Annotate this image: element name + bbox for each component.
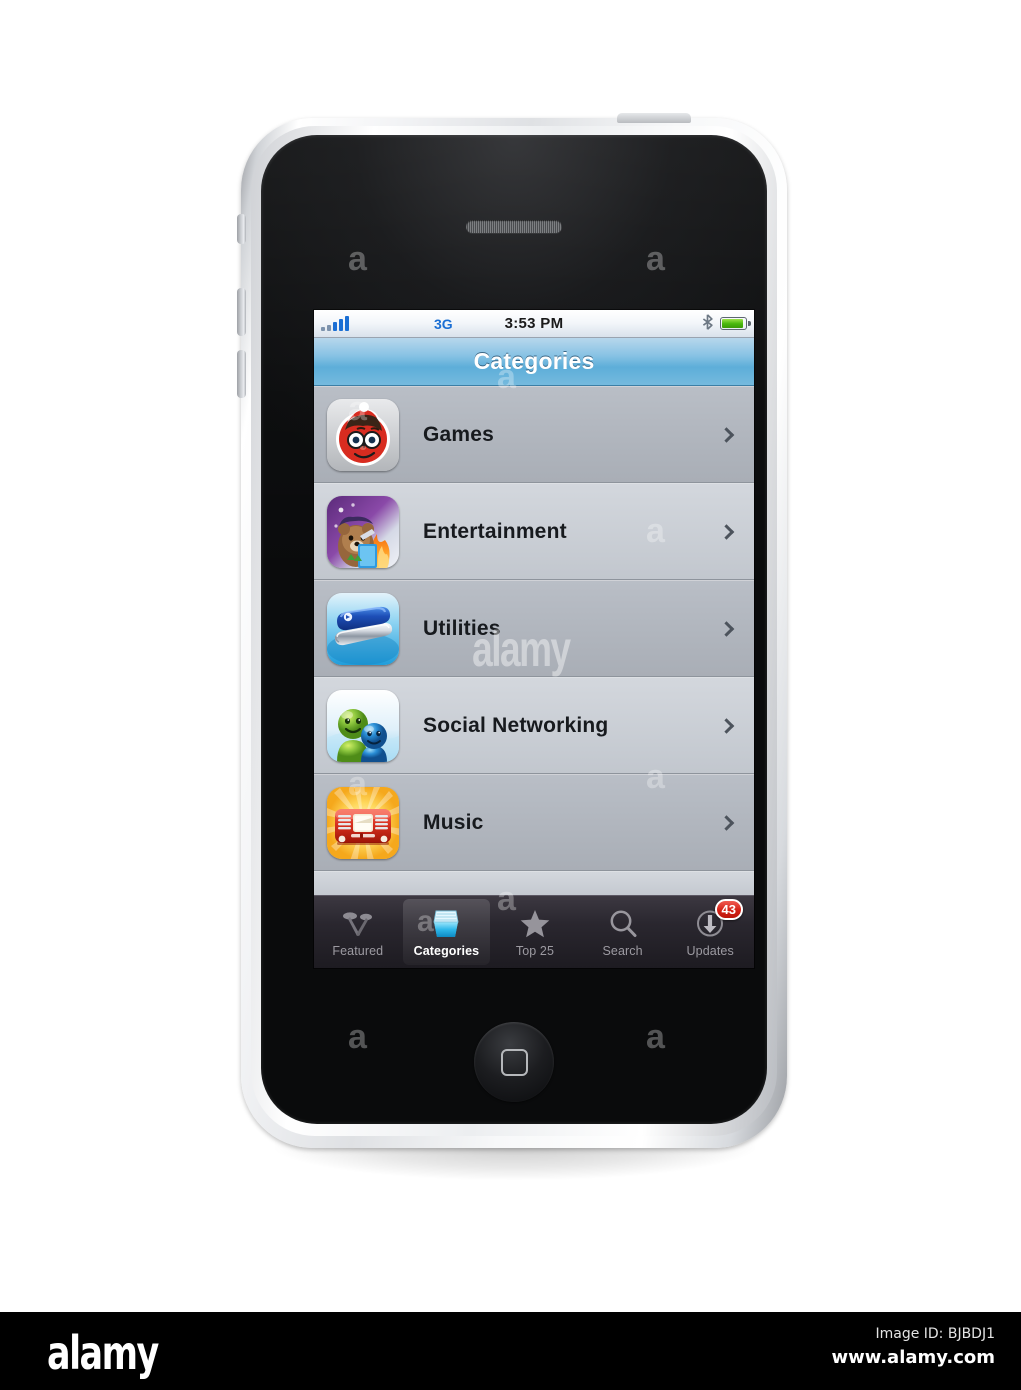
- alamy-logo: alamy: [47, 1326, 159, 1380]
- tab-label: Top 25: [515, 943, 555, 958]
- tab-label: Updates: [686, 943, 734, 958]
- volume-down-button[interactable]: [237, 350, 246, 398]
- list-item-label: Utilities: [423, 616, 501, 640]
- footer-right-group: Image ID: BJBDJ1 www.alamy.com: [831, 1326, 995, 1368]
- entertainment-icon: [327, 495, 399, 568]
- chevron-right-icon: [718, 426, 735, 443]
- tab-top-25[interactable]: Top 25: [491, 896, 579, 968]
- chevron-right-icon: [718, 620, 735, 637]
- image-id-label: Image ID: BJBDJ1: [875, 1326, 995, 1342]
- chevron-right-icon: [718, 523, 735, 540]
- updates-badge: 43: [714, 899, 743, 920]
- battery-fill: [722, 319, 744, 328]
- tab-featured[interactable]: Featured: [314, 896, 402, 968]
- battery-icon: [720, 317, 751, 330]
- list-item-label: Music: [423, 810, 484, 834]
- spotlight-icon: [340, 907, 376, 941]
- list-item-label: Entertainment: [423, 519, 567, 543]
- list-item-games[interactable]: Games: [314, 386, 754, 483]
- status-bar: 3G 3:53 PM: [314, 310, 754, 338]
- status-bar-right-group: [702, 314, 751, 333]
- open-box-icon: [428, 907, 464, 941]
- category-list[interactable]: Games Entertainment Utilities Social Net…: [314, 386, 754, 919]
- status-bar-clock: 3:53 PM: [504, 315, 564, 332]
- alamy-footer-bar: alamy Image ID: BJBDJ1 www.alamy.com: [0, 1312, 1021, 1390]
- tab-bar: Featured Categories Top 25 Search 43 Upd…: [314, 895, 754, 968]
- phone-front-face: 3G 3:53 PM Categories Games Entertainmen…: [261, 135, 767, 1124]
- home-square-icon: [500, 1048, 528, 1076]
- page-title: Categories: [473, 348, 595, 374]
- home-button[interactable]: [474, 1022, 554, 1102]
- list-item-entertainment[interactable]: Entertainment: [314, 483, 754, 580]
- tab-search[interactable]: Search: [579, 896, 667, 968]
- smiley-people-icon: [327, 689, 399, 762]
- tab-updates[interactable]: 43 Updates: [666, 896, 754, 968]
- earpiece-speaker: [466, 220, 562, 233]
- tab-label: Search: [602, 943, 643, 958]
- pocketknife-icon: [327, 592, 399, 665]
- chevron-right-icon: [718, 717, 735, 734]
- chevron-right-icon: [718, 814, 735, 831]
- list-item-label: Social Networking: [423, 713, 609, 737]
- iphone-device: 3G 3:53 PM Categories Games Entertainmen…: [237, 113, 787, 1148]
- list-item-music[interactable]: Music: [314, 774, 754, 871]
- tab-categories[interactable]: Categories: [402, 899, 491, 965]
- tab-label: Featured: [332, 943, 384, 958]
- tab-label: Categories: [413, 943, 480, 958]
- power-button[interactable]: [617, 113, 691, 123]
- radio-icon: [327, 786, 399, 859]
- ringer-switch[interactable]: [237, 214, 246, 244]
- star-icon: [517, 907, 553, 941]
- list-item-utilities[interactable]: Utilities: [314, 580, 754, 677]
- alamy-url-label: www.alamy.com: [831, 1347, 995, 1368]
- magnifier-icon: [605, 907, 641, 941]
- list-item-label: Games: [423, 422, 495, 446]
- list-item-social-networking[interactable]: Social Networking: [314, 677, 754, 774]
- waldo-icon: [327, 398, 399, 471]
- phone-screen: 3G 3:53 PM Categories Games Entertainmen…: [314, 310, 754, 968]
- volume-up-button[interactable]: [237, 288, 246, 336]
- bluetooth-icon: [702, 314, 713, 333]
- navigation-bar: Categories: [314, 338, 754, 386]
